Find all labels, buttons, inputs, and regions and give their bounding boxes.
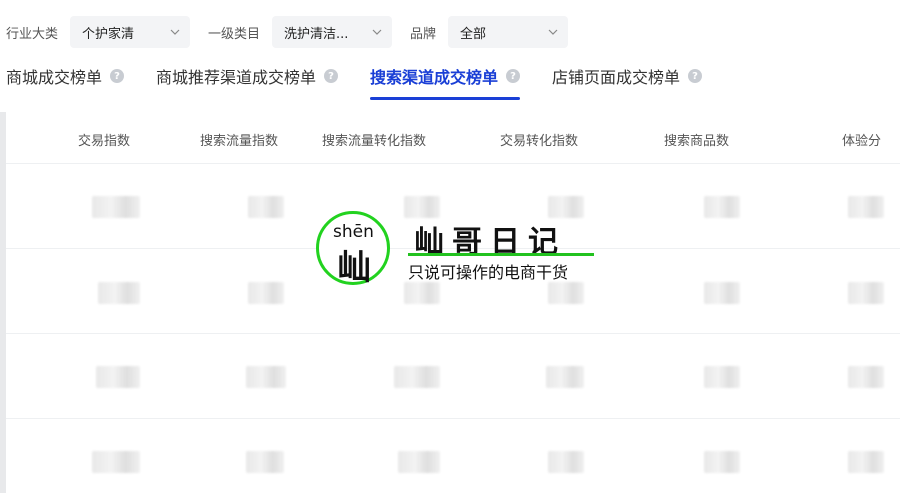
chevron-down-icon <box>548 29 558 35</box>
help-icon[interactable]: ? <box>688 69 703 83</box>
blurred-value <box>848 451 884 473</box>
chevron-down-icon <box>372 29 382 35</box>
ranking-table: 交易指数 搜索流量指数 搜索流量转化指数 交易转化指数 搜索商品数 体验分 <box>0 112 900 493</box>
category-select-value: 洗护清洁... <box>284 26 349 42</box>
category-label: 一级类目 <box>208 26 261 42</box>
blurred-value <box>92 196 140 218</box>
tab-label: 搜索渠道成交榜单 <box>370 68 499 87</box>
blurred-value <box>98 282 140 304</box>
blurred-value <box>704 196 740 218</box>
blurred-value <box>848 282 884 304</box>
category-select[interactable]: 洗护清洁... <box>272 16 393 48</box>
filter-bar: 行业大类 个护家清 一级类目 洗护清洁... 品牌 全部 <box>0 16 580 48</box>
blurred-value <box>704 366 740 388</box>
industry-select[interactable]: 个护家清 <box>70 16 191 48</box>
column-header-search-traffic-index[interactable]: 搜索流量指数 <box>200 130 278 149</box>
tab-search-sales[interactable]: 搜索渠道成交榜单 ? <box>370 62 521 100</box>
tab-label: 商城推荐渠道成交榜单 <box>156 68 317 87</box>
blurred-value <box>248 196 284 218</box>
table-row[interactable] <box>6 334 900 419</box>
blurred-value <box>848 366 884 388</box>
blurred-value <box>704 282 740 304</box>
column-header-search-product-count[interactable]: 搜索商品数 <box>664 130 729 149</box>
column-header-trade-index[interactable]: 交易指数 <box>78 130 130 149</box>
blurred-value <box>394 366 440 388</box>
table-row[interactable] <box>6 419 900 493</box>
blurred-value <box>548 451 584 473</box>
chevron-down-icon <box>170 29 180 35</box>
watermark-logo: shēn 屾 屾哥日记 只说可操作的电商干货 <box>316 211 606 288</box>
logo-circle: shēn 屾 <box>316 211 390 288</box>
table-header: 交易指数 搜索流量指数 搜索流量转化指数 交易转化指数 搜索商品数 体验分 <box>6 112 900 164</box>
blurred-value <box>398 451 440 473</box>
blurred-value <box>704 451 740 473</box>
column-header-experience-score[interactable]: 体验分 <box>842 130 881 149</box>
brand-select-value: 全部 <box>460 26 487 42</box>
logo-underline <box>408 253 594 256</box>
ranking-tabs: 商城成交榜单 ? 商城推荐渠道成交榜单 ? 搜索渠道成交榜单 ? 店铺页面成交榜… <box>0 62 734 102</box>
column-header-trade-conversion-index[interactable]: 交易转化指数 <box>500 130 578 149</box>
logo-subtitle: 只说可操作的电商干货 <box>408 263 569 282</box>
industry-label: 行业大类 <box>6 26 59 42</box>
blurred-value <box>848 196 884 218</box>
logo-pinyin: shēn <box>333 222 374 242</box>
blurred-value <box>248 282 284 304</box>
blurred-value <box>96 366 140 388</box>
tab-label: 商城成交榜单 <box>6 68 103 87</box>
blurred-value <box>546 366 584 388</box>
logo-character: 屾 <box>337 248 371 288</box>
brand-select[interactable]: 全部 <box>448 16 569 48</box>
blurred-value <box>246 451 284 473</box>
help-icon[interactable]: ? <box>324 69 339 83</box>
tab-label: 店铺页面成交榜单 <box>552 68 681 87</box>
tab-store-page-sales[interactable]: 店铺页面成交榜单 ? <box>552 62 703 90</box>
blurred-value <box>246 366 286 388</box>
help-icon[interactable]: ? <box>506 69 521 83</box>
blurred-value <box>92 451 140 473</box>
help-icon[interactable]: ? <box>110 69 125 83</box>
industry-select-value: 个护家清 <box>82 26 135 42</box>
column-header-search-conversion-index[interactable]: 搜索流量转化指数 <box>322 130 426 149</box>
brand-label: 品牌 <box>410 26 437 42</box>
tab-mall-sales[interactable]: 商城成交榜单 ? <box>6 62 125 90</box>
tab-mall-recommend-sales[interactable]: 商城推荐渠道成交榜单 ? <box>156 62 339 90</box>
